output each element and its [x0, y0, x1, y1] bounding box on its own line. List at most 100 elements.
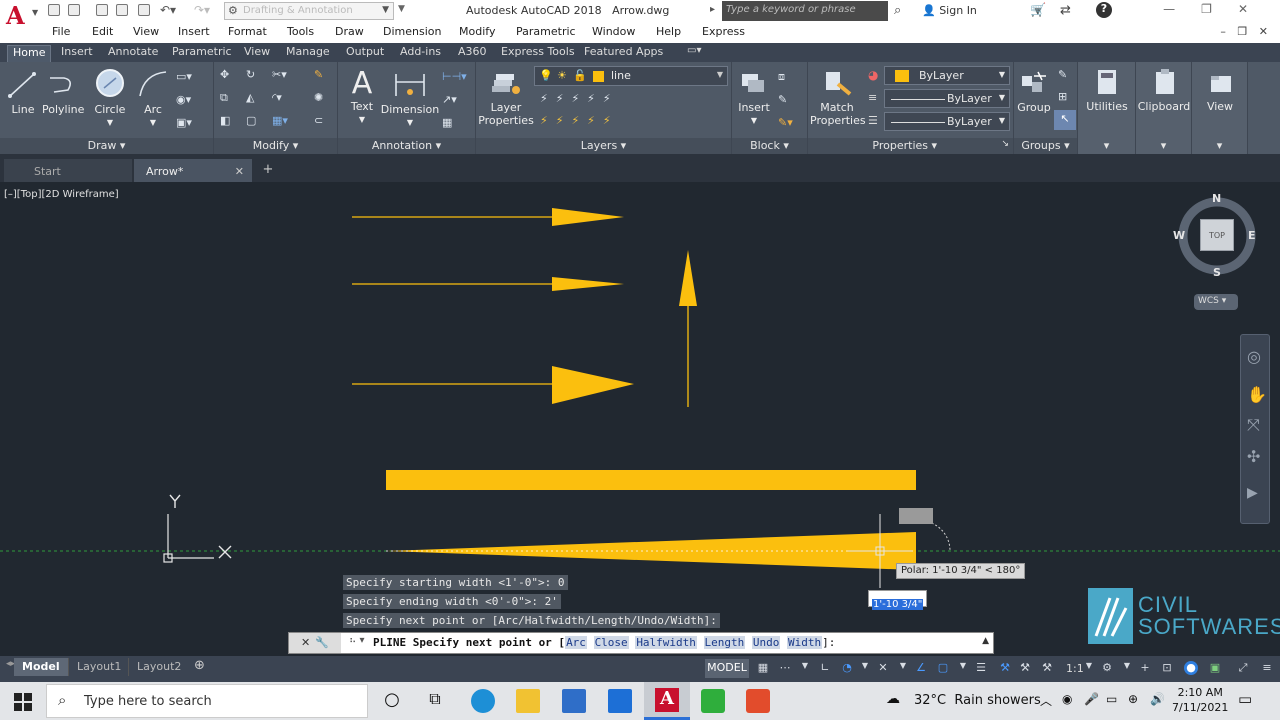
recorder-icon[interactable]: [746, 689, 770, 713]
hardware-acceleration-icon[interactable]: ▣: [1208, 661, 1222, 675]
compass-north[interactable]: N: [1212, 192, 1221, 205]
arrow-vertical[interactable]: [679, 250, 697, 407]
annotation-panel-title[interactable]: Annotation ▾: [338, 138, 475, 154]
arc-tool[interactable]: Arc ▼: [136, 68, 170, 129]
annotation-visibility-icon[interactable]: ⚒: [998, 661, 1012, 675]
chevron-up-icon[interactable]: ︿: [1040, 692, 1052, 709]
menu-draw[interactable]: Draw: [335, 25, 364, 38]
customize-quick-access-icon[interactable]: ▼: [398, 4, 405, 14]
match-properties-tool[interactable]: Match Properties: [810, 68, 866, 127]
undo-icon[interactable]: ↶▾: [160, 3, 176, 17]
cart-icon[interactable]: 🛒: [1030, 3, 1046, 18]
orbit-icon[interactable]: ✣: [1247, 447, 1260, 466]
pan-icon[interactable]: ✋: [1247, 385, 1267, 404]
layer-properties-tool[interactable]: Layer Properties: [478, 68, 534, 127]
arrow-3[interactable]: [352, 366, 634, 404]
camtasia-icon[interactable]: [701, 689, 725, 713]
mirror-icon[interactable]: ◭: [246, 91, 254, 104]
command-line[interactable]: ✕🔧 ⠦ ▾ PLINE Specify next point or [Arc …: [288, 632, 994, 654]
tab-view[interactable]: View: [239, 45, 275, 62]
scale-icon[interactable]: ▢: [246, 114, 256, 127]
workspace-switch-icon[interactable]: ⚙: [1100, 661, 1114, 675]
arrow-2[interactable]: [352, 277, 624, 291]
object-snap-icon[interactable]: ▢: [936, 661, 950, 675]
region-icon[interactable]: ▣▾: [176, 116, 192, 129]
mail-icon[interactable]: [608, 689, 632, 713]
tab-insert[interactable]: Insert: [56, 45, 98, 62]
wide-polyline[interactable]: [386, 470, 916, 490]
utilities-panel[interactable]: Utilities ▾: [1078, 62, 1136, 154]
groups-panel-title[interactable]: Groups ▾: [1014, 138, 1077, 154]
ortho-icon[interactable]: ∟: [818, 661, 832, 675]
chevron-down-icon[interactable]: ▼: [896, 661, 910, 675]
new-file-icon[interactable]: [48, 4, 60, 16]
sign-in-button[interactable]: 👤 Sign In ▼: [922, 4, 1041, 17]
chevron-down-icon[interactable]: ▼: [956, 661, 970, 675]
layer-tools-row-2[interactable]: ⚡⚡⚡⚡⚡: [540, 114, 619, 127]
viewcube-top-face[interactable]: TOP: [1200, 219, 1234, 251]
tab-featured-apps[interactable]: Featured Apps: [579, 45, 668, 62]
menu-express[interactable]: Express: [702, 25, 745, 38]
properties-panel-title[interactable]: Properties ▾ ↘: [808, 138, 1013, 154]
help-search-input[interactable]: Type a keyword or phrase: [722, 1, 888, 21]
steering-wheel-icon[interactable]: ◎: [1247, 347, 1261, 366]
cortana-icon[interactable]: ○: [380, 689, 404, 713]
grid-icon[interactable]: ▦: [756, 661, 770, 675]
minimize-icon[interactable]: —: [1163, 2, 1201, 16]
polar-icon[interactable]: ◔: [840, 661, 854, 675]
dynamic-input-field[interactable]: 1'-10 3/4": [868, 590, 928, 610]
fillet-icon[interactable]: ◜▾: [272, 91, 282, 104]
menu-help[interactable]: Help: [656, 25, 681, 38]
option-length[interactable]: Length: [703, 636, 746, 649]
close-icon[interactable]: ✕: [301, 636, 315, 649]
chevron-down-icon[interactable]: ▼: [1120, 661, 1134, 675]
menu-format[interactable]: Format: [228, 25, 267, 38]
wrench-icon[interactable]: 🔧: [315, 636, 334, 649]
compass-east[interactable]: E: [1248, 229, 1256, 242]
option-close[interactable]: Close: [593, 636, 629, 649]
new-tab-button[interactable]: +: [258, 162, 278, 178]
zoom-extents-icon[interactable]: ⤧: [1247, 415, 1260, 435]
taskbar-clock[interactable]: 2:10 AM 7/11/2021: [1172, 685, 1228, 715]
insert-block-tool[interactable]: Insert ▼: [734, 68, 774, 127]
redo-icon[interactable]: ↷▾: [194, 3, 210, 17]
stretch-icon[interactable]: ◧: [220, 114, 230, 127]
ribbon-options-icon[interactable]: ▭▾: [682, 45, 706, 62]
layout-tab-layout2[interactable]: Layout2: [128, 658, 189, 676]
block-attributes-icon[interactable]: ✎▾: [778, 116, 793, 129]
viewcube[interactable]: TOP N S E W: [1173, 192, 1258, 279]
binoculars-icon[interactable]: ⌕: [894, 3, 901, 18]
draw-panel-title[interactable]: Draw ▾: [0, 138, 213, 154]
polyline-tool[interactable]: Polyline: [42, 68, 84, 116]
rectangle-icon[interactable]: ▭▾: [176, 70, 192, 83]
leader-icon[interactable]: ↗▾: [442, 93, 457, 106]
circle-tool[interactable]: Circle ▼: [90, 68, 130, 129]
snap-icon[interactable]: ⋯: [778, 661, 792, 675]
text-tool[interactable]: A Text ▼: [344, 66, 380, 126]
app-menu-button[interactable]: A ▼: [0, 0, 42, 44]
windows-start-icon[interactable]: [14, 693, 32, 711]
dynamic-dimension-box[interactable]: [899, 508, 933, 524]
arrow-1[interactable]: [352, 208, 624, 226]
tab-output[interactable]: Output: [341, 45, 389, 62]
tab-home[interactable]: Home: [7, 45, 52, 62]
chevron-down-icon[interactable]: ▼: [798, 661, 812, 675]
document-window-controls[interactable]: – ❐ ✕: [1220, 25, 1272, 38]
compass-south[interactable]: S: [1213, 266, 1221, 279]
compass-west[interactable]: W: [1173, 229, 1185, 242]
file-tab-start[interactable]: Start: [4, 159, 132, 182]
close-icon[interactable]: ✕: [1238, 2, 1274, 16]
menu-view[interactable]: View: [133, 25, 159, 38]
save-icon[interactable]: [96, 4, 108, 16]
edge-icon[interactable]: [471, 689, 495, 713]
line-tool[interactable]: Line: [6, 68, 40, 116]
tab-parametric[interactable]: Parametric: [167, 45, 237, 62]
group-edit-icon[interactable]: ⊞: [1058, 90, 1067, 103]
layers-panel-title[interactable]: Layers ▾: [476, 138, 731, 154]
exchange-icon[interactable]: ⇄: [1060, 3, 1071, 18]
layer-tools-row-1[interactable]: ⚡⚡⚡⚡⚡: [540, 92, 619, 105]
linetype-dropdown[interactable]: ByLayer ▼: [884, 89, 1010, 108]
command-prompt-icon[interactable]: ⠦ ▾: [349, 635, 365, 646]
chevron-down-icon[interactable]: ▼: [1082, 661, 1096, 675]
help-icon[interactable]: ?: [1096, 2, 1112, 18]
